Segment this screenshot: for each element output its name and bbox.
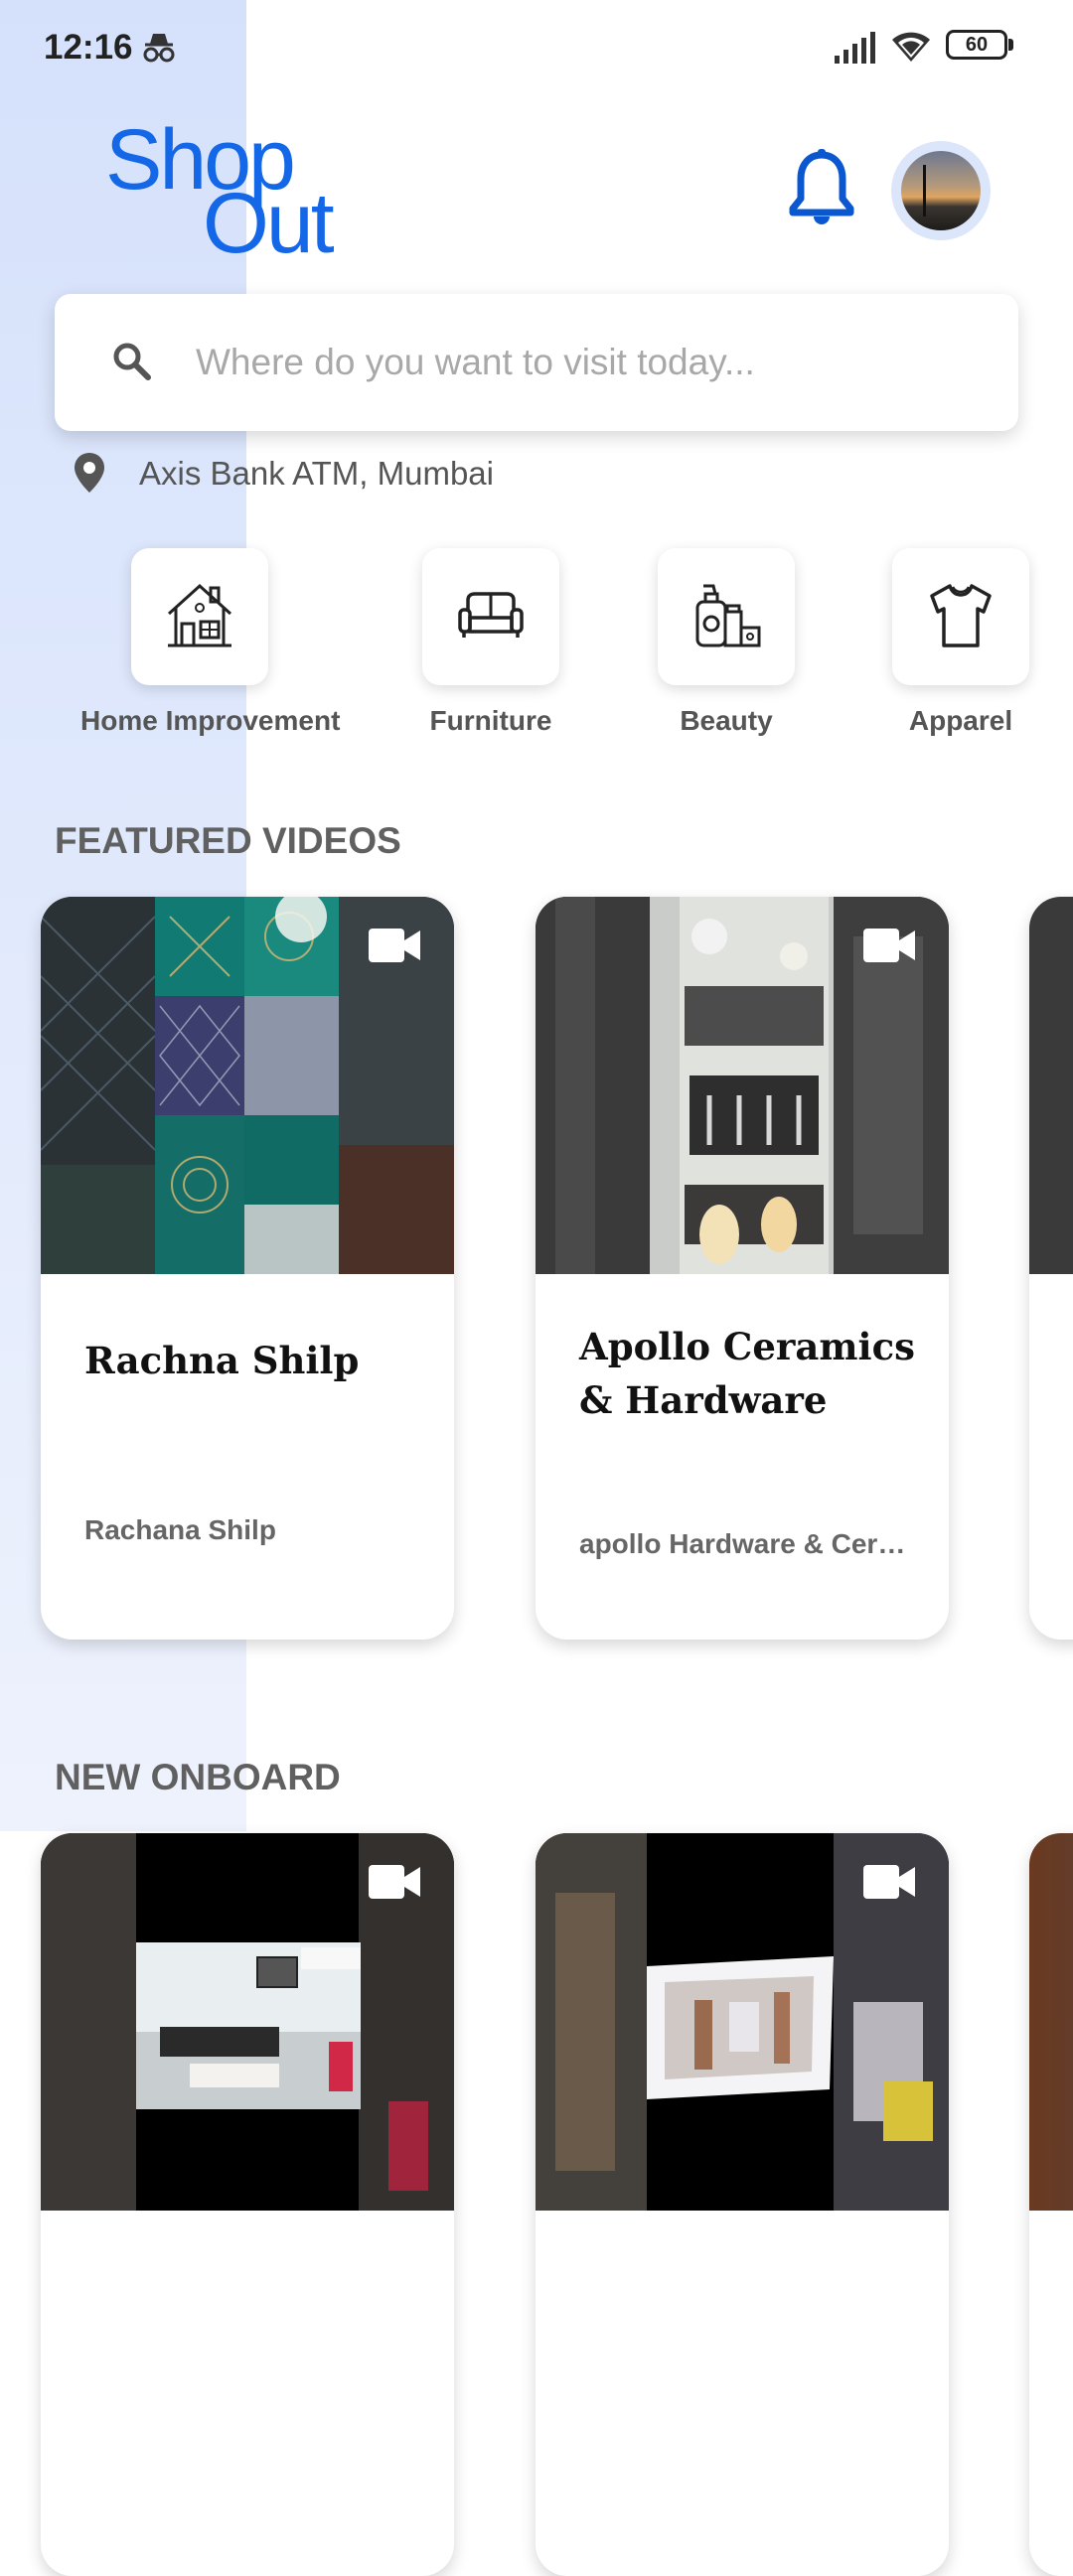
video-camera-icon — [369, 1865, 420, 1899]
status-bar: 12:16 60 — [0, 0, 1073, 95]
video-thumbnail — [1029, 1833, 1073, 2211]
card-subtitle: Rachana Shilp — [84, 1514, 276, 1545]
video-thumbnail — [41, 1833, 454, 2211]
card-subtitle: apollo Hardware & Cera... — [579, 1528, 907, 1559]
search-icon — [113, 343, 151, 380]
status-time: 12:16 — [44, 28, 133, 67]
video-thumbnail — [41, 897, 454, 1274]
category-apparel[interactable]: Apparel — [842, 548, 1073, 747]
category-furniture[interactable]: Furniture — [372, 548, 610, 747]
video-camera-icon — [863, 1865, 915, 1899]
category-label: Apparel — [908, 705, 1013, 736]
avatar-image — [901, 151, 981, 230]
new-onboard-heading: NEW ONBOARD — [55, 1757, 341, 1797]
video-thumbnail — [536, 897, 949, 1274]
profile-avatar[interactable] — [891, 141, 991, 240]
cosmetics-icon — [695, 584, 761, 647]
location-label: Axis Bank ATM, Mumbai — [139, 455, 494, 492]
video-thumbnail — [536, 1833, 949, 2211]
sofa-icon — [458, 592, 524, 638]
video-camera-icon — [369, 929, 420, 962]
bell-icon — [789, 149, 854, 224]
category-tile — [892, 548, 1029, 685]
search-input[interactable] — [194, 326, 983, 399]
location-pin-icon — [75, 453, 104, 493]
category-tile — [658, 548, 795, 685]
incognito-icon — [143, 34, 175, 63]
category-beauty[interactable]: Beauty — [607, 548, 845, 747]
notification-button[interactable] — [787, 149, 856, 228]
wifi-icon — [892, 32, 930, 62]
onboard-card-1[interactable] — [41, 1833, 454, 2576]
category-tile — [131, 548, 268, 685]
category-label: Furniture — [429, 705, 552, 736]
house-icon — [167, 583, 232, 647]
battery-level: 60 — [946, 30, 1007, 60]
category-tile — [422, 548, 559, 685]
tshirt-icon — [930, 584, 992, 647]
featured-card-next[interactable] — [1029, 897, 1073, 1640]
video-thumbnail — [1029, 897, 1073, 1274]
featured-videos-heading: FEATURED VIDEOS — [55, 820, 401, 861]
category-label: Home Improvement — [80, 705, 341, 736]
onboard-card-2[interactable] — [536, 1833, 949, 2576]
battery-icon: 60 — [946, 30, 1017, 64]
logo-line-2: Out — [203, 176, 335, 271]
featured-card-rachna-shilp[interactable]: Rachna Shilp Rachana Shilp — [41, 897, 454, 1640]
app-logo: Shop Out — [105, 117, 344, 266]
card-title: Rachna Shilp — [84, 1339, 360, 1382]
card-title: Apollo Ceramics & Hardware — [579, 1325, 915, 1422]
video-camera-icon — [863, 929, 915, 962]
category-label: Beauty — [680, 705, 773, 736]
category-home-improvement[interactable]: Home Improvement — [80, 548, 341, 747]
onboard-card-next[interactable] — [1029, 1833, 1073, 2576]
search-bar[interactable] — [55, 294, 1018, 431]
signal-icon — [835, 32, 875, 64]
featured-card-apollo-ceramics[interactable]: Apollo Ceramics & Hardware apollo Hardwa… — [536, 897, 949, 1640]
